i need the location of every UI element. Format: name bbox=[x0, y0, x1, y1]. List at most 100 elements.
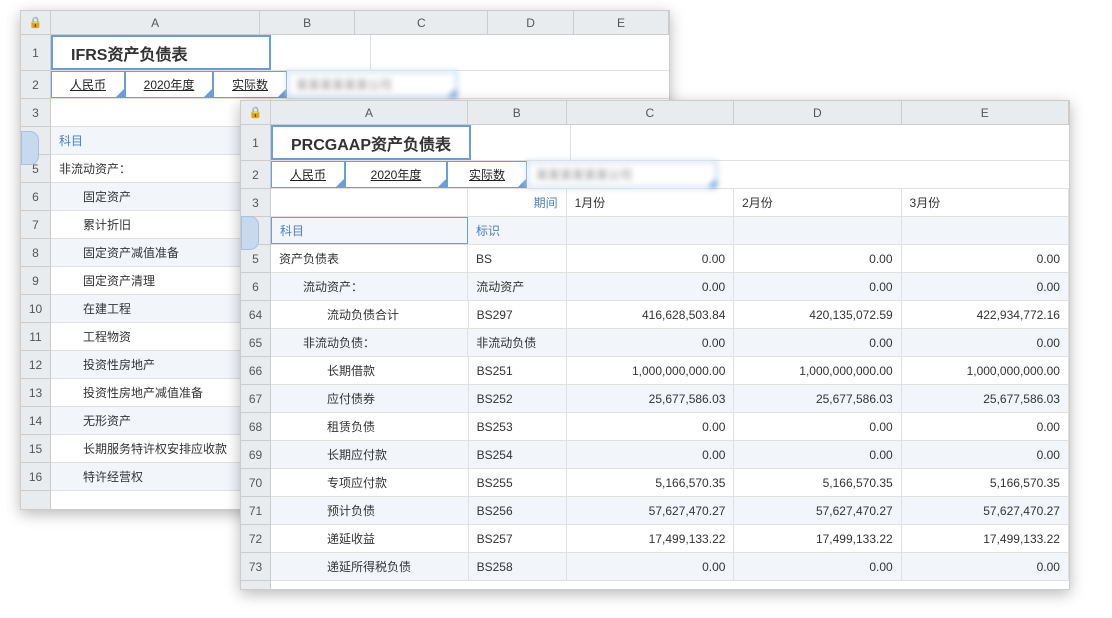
title-cell[interactable]: IFRS资产负债表 bbox=[51, 35, 271, 70]
cell[interactable] bbox=[902, 217, 1069, 244]
account-code[interactable]: BS252 bbox=[469, 385, 568, 412]
value-cell[interactable]: 1,000,000,000.00 bbox=[902, 357, 1069, 384]
col-header-a[interactable]: A bbox=[51, 11, 260, 35]
value-cell[interactable]: 1,000,000,000.00 bbox=[567, 357, 734, 384]
param-figure[interactable]: 实际数 bbox=[213, 71, 287, 98]
account-label[interactable]: 工程物资 bbox=[51, 323, 271, 350]
cell[interactable] bbox=[271, 35, 371, 70]
row-header[interactable]: 14 bbox=[21, 407, 50, 435]
row-header[interactable]: 65 bbox=[241, 329, 270, 357]
value-cell[interactable]: 57,627,470.27 bbox=[567, 497, 734, 524]
value-cell[interactable]: 0.00 bbox=[567, 329, 734, 356]
account-label[interactable]: 长期应付款 bbox=[271, 441, 469, 468]
month-header[interactable]: 2月份 bbox=[734, 189, 901, 216]
row-header[interactable]: 68 bbox=[241, 413, 270, 441]
value-cell[interactable]: 5,166,570.35 bbox=[734, 469, 901, 496]
account-label[interactable]: 应付债券 bbox=[271, 385, 469, 412]
account-label[interactable]: 非流动负债： bbox=[271, 329, 468, 356]
param-currency[interactable]: 人民币 bbox=[51, 71, 125, 98]
col-header-d[interactable]: D bbox=[734, 101, 901, 125]
scroll-handle-icon[interactable] bbox=[241, 216, 259, 250]
value-cell[interactable]: 0.00 bbox=[902, 441, 1069, 468]
col-header-d[interactable]: D bbox=[488, 11, 574, 35]
value-cell[interactable]: 17,499,133.22 bbox=[567, 525, 734, 552]
scroll-handle-icon[interactable] bbox=[21, 131, 39, 165]
value-cell[interactable]: 17,499,133.22 bbox=[902, 525, 1069, 552]
row-header[interactable]: 72 bbox=[241, 525, 270, 553]
account-code[interactable]: 非流动负债 bbox=[468, 329, 567, 356]
account-label[interactable]: 在建工程 bbox=[51, 295, 271, 322]
account-label[interactable]: 租赁负债 bbox=[271, 413, 469, 440]
row-header[interactable]: 15 bbox=[21, 435, 50, 463]
col-header-a[interactable]: A bbox=[271, 101, 468, 125]
account-label[interactable]: 固定资产 bbox=[51, 183, 271, 210]
value-cell[interactable]: 25,677,586.03 bbox=[734, 385, 901, 412]
value-cell[interactable]: 0.00 bbox=[567, 441, 734, 468]
value-cell[interactable]: 0.00 bbox=[902, 413, 1069, 440]
col-header-c[interactable]: C bbox=[355, 11, 488, 35]
account-code[interactable]: BS251 bbox=[469, 357, 568, 384]
value-cell[interactable]: 0.00 bbox=[567, 245, 734, 272]
col-header-c[interactable]: C bbox=[567, 101, 734, 125]
value-cell[interactable]: 0.00 bbox=[902, 553, 1069, 580]
row-header[interactable]: 6 bbox=[241, 273, 270, 301]
row-header[interactable]: 6 bbox=[21, 183, 50, 211]
account-code[interactable]: BS255 bbox=[469, 469, 568, 496]
select-all-corner[interactable]: 🔒 bbox=[21, 11, 51, 35]
account-label[interactable]: 专项应付款 bbox=[271, 469, 469, 496]
account-label[interactable]: 固定资产清理 bbox=[51, 267, 271, 294]
col-header-e[interactable]: E bbox=[902, 101, 1069, 125]
value-cell[interactable]: 25,677,586.03 bbox=[567, 385, 734, 412]
account-label[interactable]: 非流动资产： bbox=[51, 155, 271, 182]
row-header[interactable]: 64 bbox=[241, 301, 270, 329]
row-header[interactable]: 3 bbox=[241, 189, 270, 217]
cell[interactable] bbox=[734, 217, 901, 244]
account-label[interactable]: 资产负债表 bbox=[271, 245, 468, 272]
row-header[interactable]: 67 bbox=[241, 385, 270, 413]
value-cell[interactable]: 0.00 bbox=[734, 413, 901, 440]
value-cell[interactable]: 1,000,000,000.00 bbox=[734, 357, 901, 384]
cell[interactable] bbox=[567, 217, 734, 244]
value-cell[interactable]: 25,677,586.03 bbox=[902, 385, 1069, 412]
value-cell[interactable]: 0.00 bbox=[567, 273, 734, 300]
account-label[interactable]: 长期借款 bbox=[271, 357, 469, 384]
row-header[interactable]: 11 bbox=[21, 323, 50, 351]
col-header-b[interactable]: B bbox=[260, 11, 355, 35]
param-year[interactable]: 2020年度 bbox=[345, 161, 447, 188]
account-code[interactable]: BS297 bbox=[469, 301, 568, 328]
row-header[interactable]: 8 bbox=[21, 239, 50, 267]
month-header[interactable]: 1月份 bbox=[567, 189, 734, 216]
value-cell[interactable]: 5,166,570.35 bbox=[567, 469, 734, 496]
param-entity[interactable]: 某某某某某某公司 bbox=[527, 161, 717, 188]
select-all-corner[interactable]: 🔒 bbox=[241, 101, 271, 125]
param-currency[interactable]: 人民币 bbox=[271, 161, 345, 188]
row-header[interactable]: 2 bbox=[21, 71, 50, 99]
account-code[interactable]: BS253 bbox=[469, 413, 568, 440]
value-cell[interactable]: 0.00 bbox=[567, 413, 734, 440]
subject-header[interactable]: 科目 bbox=[51, 127, 271, 154]
row-header[interactable]: 69 bbox=[241, 441, 270, 469]
subject-header[interactable]: 科目 bbox=[271, 217, 468, 244]
row-header[interactable]: 7 bbox=[21, 211, 50, 239]
cell[interactable] bbox=[51, 99, 271, 126]
account-label[interactable]: 固定资产减值准备 bbox=[51, 239, 271, 266]
value-cell[interactable]: 0.00 bbox=[734, 441, 901, 468]
code-header[interactable]: 标识 bbox=[468, 217, 567, 244]
row-header[interactable]: 73 bbox=[241, 553, 270, 581]
row-header[interactable]: 2 bbox=[241, 161, 270, 189]
row-header[interactable]: 1 bbox=[241, 125, 270, 161]
account-label[interactable]: 递延所得税负债 bbox=[271, 553, 469, 580]
row-header[interactable]: 16 bbox=[21, 463, 50, 491]
account-label[interactable]: 预计负债 bbox=[271, 497, 469, 524]
value-cell[interactable]: 0.00 bbox=[902, 273, 1069, 300]
value-cell[interactable]: 422,934,772.16 bbox=[902, 301, 1069, 328]
param-figure[interactable]: 实际数 bbox=[447, 161, 527, 188]
value-cell[interactable]: 0.00 bbox=[734, 329, 901, 356]
account-code[interactable]: BS256 bbox=[469, 497, 568, 524]
value-cell[interactable]: 17,499,133.22 bbox=[734, 525, 901, 552]
row-header[interactable]: 3 bbox=[21, 99, 50, 127]
row-header[interactable]: 1 bbox=[21, 35, 50, 71]
account-label[interactable]: 长期服务特许权安排应收款 bbox=[51, 435, 271, 462]
account-code[interactable]: BS258 bbox=[469, 553, 568, 580]
row-header[interactable]: 9 bbox=[21, 267, 50, 295]
